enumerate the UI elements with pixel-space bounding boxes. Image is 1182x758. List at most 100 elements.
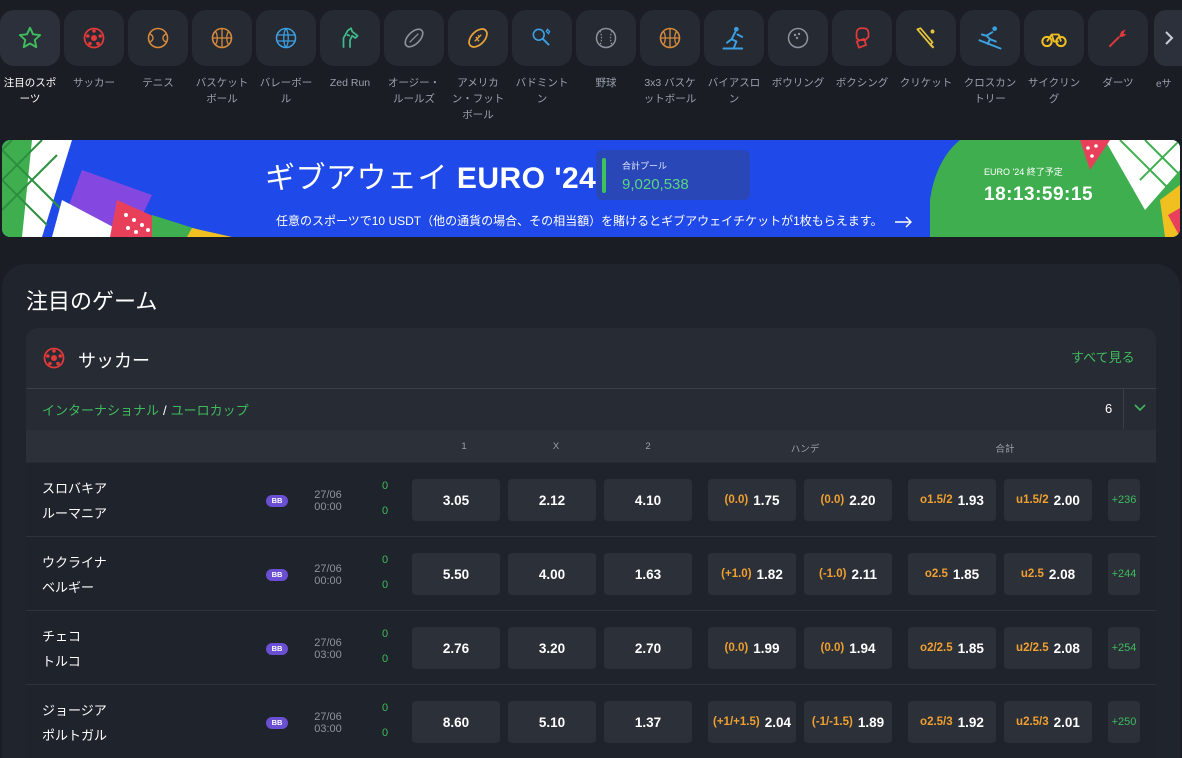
total-under-button[interactable]: u2.5/3 2.01 <box>1004 701 1092 743</box>
score-away: 0 <box>382 505 389 517</box>
odd-draw-button[interactable]: 5.10 <box>508 701 596 743</box>
odd-home-button[interactable]: 3.05 <box>412 479 500 521</box>
match-row[interactable]: チェコ トルコ BB 27/06 03:00 0 0 2.76 3.20 2.70 (0.0) 1.9… <box>26 611 1156 685</box>
match-time: 03:00 <box>314 649 342 661</box>
sport-cycling[interactable]: サイクリング <box>1022 10 1086 107</box>
odd-value: 1.85 <box>957 640 984 656</box>
odd-draw-button[interactable]: 2.12 <box>508 479 596 521</box>
odd-home-button[interactable]: 2.76 <box>412 627 500 669</box>
home-team[interactable]: チェコ <box>42 626 81 645</box>
odd-value: 5.50 <box>442 566 470 582</box>
more-markets-button[interactable]: +250 <box>1108 701 1140 743</box>
odd-home-button[interactable]: 8.60 <box>412 701 500 743</box>
match-row[interactable]: ジョージア ポルトガル BB 27/06 03:00 0 0 8.60 5.10 1.37 (+1/… <box>26 685 1156 758</box>
handicap-home-button[interactable]: (+1.0) 1.82 <box>708 553 796 595</box>
match-date: 27/06 <box>314 563 342 575</box>
sport-zed-run[interactable]: Zed Run <box>318 10 382 91</box>
sport-label: サイクリング <box>1027 77 1081 105</box>
bet-builder-badge: BB <box>266 717 288 729</box>
total-over-button[interactable]: o2.5 1.85 <box>908 553 996 595</box>
section-sport-name: サッカー <box>78 351 150 371</box>
line-label: (0.0) <box>820 642 845 654</box>
away-team[interactable]: ポルトガル <box>42 725 107 744</box>
tennis-ball-icon <box>128 10 188 66</box>
odd-value: 2.20 <box>849 492 876 508</box>
total-over-button[interactable]: o2/2.5 1.85 <box>908 627 996 669</box>
home-team[interactable]: ジョージア <box>42 700 107 719</box>
odd-away-button[interactable]: 2.70 <box>604 627 692 669</box>
odd-draw-button[interactable]: 4.00 <box>508 553 596 595</box>
odd-value: 3.05 <box>442 492 470 508</box>
sport-badminton[interactable]: バドミントン <box>510 10 574 107</box>
handicap-away-button[interactable]: (-1/-1.5) 1.89 <box>804 701 892 743</box>
odd-away-button[interactable]: 4.10 <box>604 479 692 521</box>
odd-value: 1.75 <box>753 492 780 508</box>
sport-label: 野球 <box>595 77 617 89</box>
sport-label: 3x3 バスケットボール <box>643 77 697 105</box>
sport-3x3-basketball[interactable]: 3x3 バスケットボール <box>638 10 702 107</box>
match-row[interactable]: スロバキア ルーマニア BB 27/06 00:00 0 0 3.05 2.12 4.10 (0.0… <box>26 463 1156 537</box>
away-team[interactable]: ベルギー <box>42 577 94 596</box>
handicap-home-button[interactable]: (+1/+1.5) 2.04 <box>708 701 796 743</box>
more-markets-button[interactable]: +236 <box>1108 479 1140 521</box>
sport-baseball[interactable]: 野球 <box>574 10 638 91</box>
more-markets-button[interactable]: +254 <box>1108 627 1140 669</box>
nav-next-button[interactable] <box>1154 10 1182 66</box>
sport-featured[interactable]: 注目のスポーツ <box>0 10 62 107</box>
sport-volleyball[interactable]: バレーボール <box>254 10 318 107</box>
sport-tennis[interactable]: テニス <box>126 10 190 91</box>
sport-aussie-rules[interactable]: オージー・ルールズ <box>382 10 446 107</box>
total-under-button[interactable]: u2.5 2.08 <box>1004 553 1092 595</box>
more-markets-button[interactable]: +244 <box>1108 553 1140 595</box>
arrow-right-icon[interactable] <box>894 216 914 228</box>
home-team[interactable]: ウクライナ <box>42 552 107 571</box>
handicap-away-button[interactable]: (0.0) 1.94 <box>804 627 892 669</box>
total-over-button[interactable]: o1.5/2 1.93 <box>908 479 996 521</box>
odd-value: 1.89 <box>857 714 885 730</box>
see-all-link[interactable]: すべて見る <box>1071 347 1135 366</box>
sport-soccer[interactable]: サッカー <box>62 10 126 91</box>
home-team[interactable]: スロバキア <box>42 478 107 497</box>
line-label: o1.5/2 <box>920 494 953 506</box>
line-label: (-1.0) <box>818 568 847 580</box>
sport-darts[interactable]: ダーツ <box>1086 10 1150 91</box>
handicap-home-button[interactable]: (0.0) 1.75 <box>708 479 796 521</box>
sport-basketball[interactable]: バスケットボール <box>190 10 254 107</box>
collapse-toggle[interactable] <box>1133 401 1147 420</box>
sport-boxing[interactable]: ボクシング <box>830 10 894 91</box>
line-label: (+1.0) <box>721 568 752 580</box>
line-label: (+1/+1.5) <box>713 716 760 728</box>
col-header-x: X <box>552 441 560 452</box>
odd-home-button[interactable]: 5.50 <box>412 553 500 595</box>
divider <box>26 388 1156 389</box>
away-team[interactable]: ルーマニア <box>42 503 107 522</box>
odd-away-button[interactable]: 1.37 <box>604 701 692 743</box>
line-label: u2/2.5 <box>1016 642 1049 654</box>
sport-bowling[interactable]: ボウリング <box>766 10 830 91</box>
boxing-glove-icon <box>832 10 892 66</box>
banner-title: ギブアウェイ EURO '24 <box>265 153 596 197</box>
odd-value: 1.82 <box>756 566 783 582</box>
total-under-button[interactable]: u1.5/2 2.00 <box>1004 479 1092 521</box>
away-team[interactable]: トルコ <box>42 651 81 670</box>
sport-american-football[interactable]: アメリカン・フットボール <box>446 10 510 123</box>
match-row[interactable]: ウクライナ ベルギー BB 27/06 00:00 0 0 5.50 4.00 1.63 (+1.0… <box>26 537 1156 611</box>
sport-label: ボクシング <box>835 77 889 89</box>
sport-cricket[interactable]: クリケット <box>894 10 958 91</box>
basketball-3x3-icon <box>640 10 700 66</box>
sport-biathlon[interactable]: バイアスロン <box>702 10 766 107</box>
odd-value: 1.85 <box>952 566 980 582</box>
horse-icon <box>320 10 380 66</box>
breadcrumb-league[interactable]: ユーロカップ <box>171 403 249 418</box>
handicap-away-button[interactable]: (0.0) 2.20 <box>804 479 892 521</box>
odd-away-button[interactable]: 1.63 <box>604 553 692 595</box>
sport-cross-country[interactable]: クロスカントリー <box>958 10 1022 107</box>
total-over-button[interactable]: o2.5/3 1.92 <box>908 701 996 743</box>
total-under-button[interactable]: u2/2.5 2.08 <box>1004 627 1092 669</box>
handicap-home-button[interactable]: (0.0) 1.99 <box>708 627 796 669</box>
breadcrumb-region[interactable]: インターナショナル <box>42 403 159 418</box>
american-football-icon <box>448 10 508 66</box>
odd-value: 1.37 <box>634 714 662 730</box>
handicap-away-button[interactable]: (-1.0) 2.11 <box>804 553 892 595</box>
odd-draw-button[interactable]: 3.20 <box>508 627 596 669</box>
